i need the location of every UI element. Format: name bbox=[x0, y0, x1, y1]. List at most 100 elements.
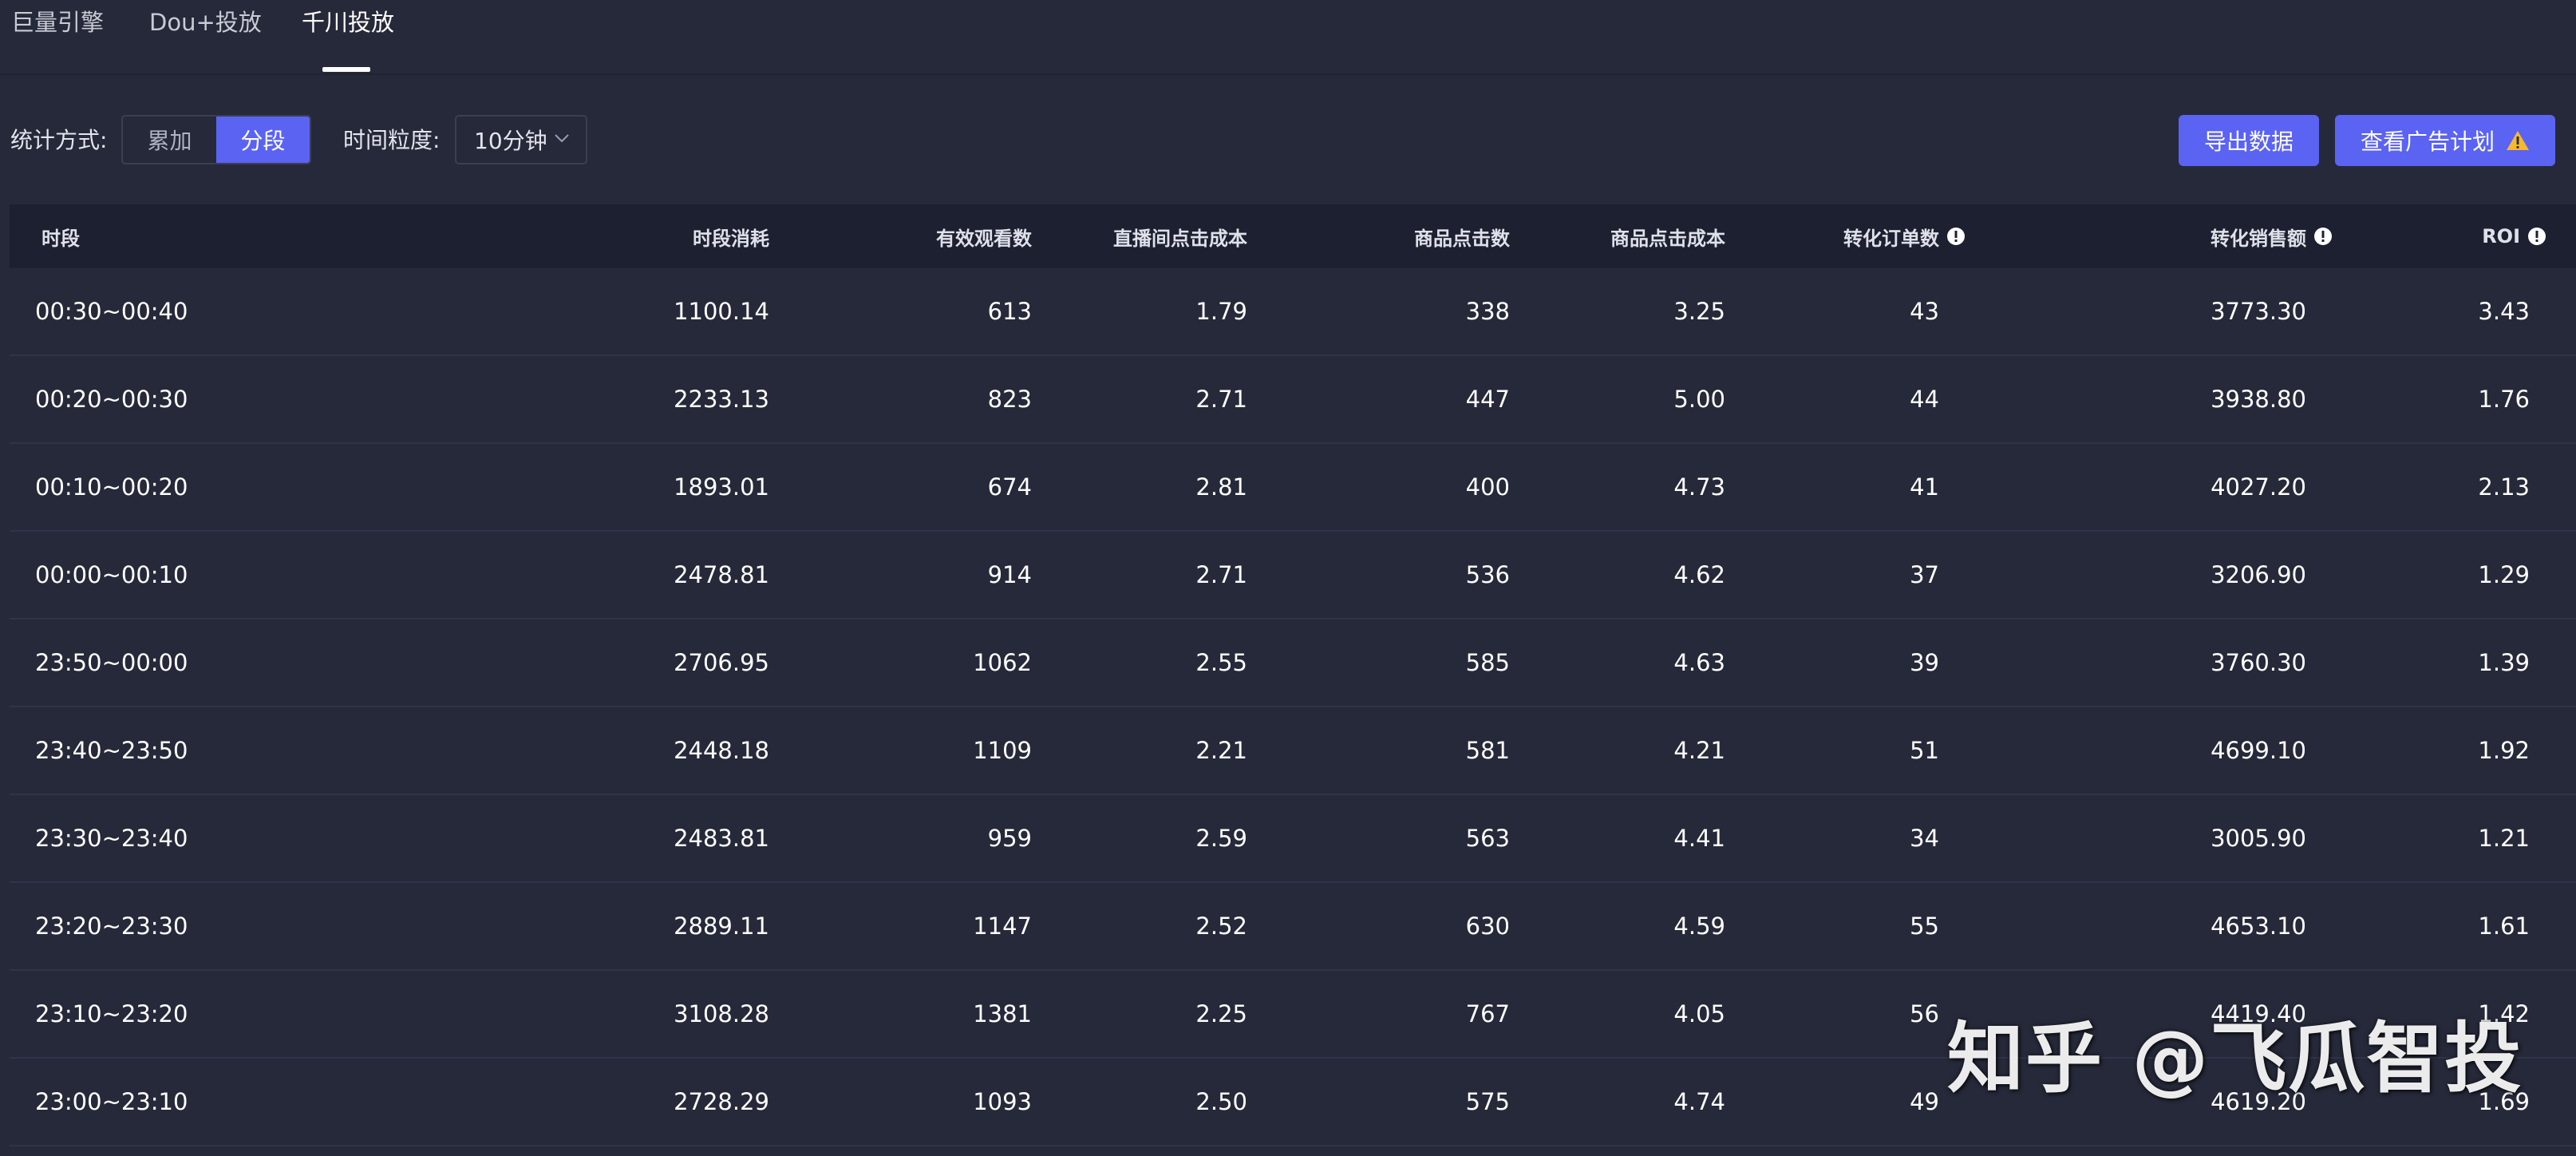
cell-conversion-sales: 3760.30 bbox=[2211, 649, 2306, 676]
cell-roi: 1.21 bbox=[2478, 825, 2530, 852]
cell-effective-views: 674 bbox=[987, 473, 1032, 501]
cell-cost: 2233.13 bbox=[674, 386, 769, 413]
conversion-orders-label: 转化订单数 bbox=[1843, 227, 1939, 250]
cell-period: 23:30~23:40 bbox=[35, 825, 188, 852]
cell-effective-views: 959 bbox=[987, 825, 1032, 852]
cell-product-click-cost: 4.21 bbox=[1673, 737, 1725, 764]
cell-product-click-cost: 4.73 bbox=[1673, 473, 1725, 501]
cell-conversion-orders: 34 bbox=[1910, 825, 1939, 852]
cell-effective-views: 613 bbox=[987, 298, 1032, 325]
cell-conversion-sales: 3206.90 bbox=[2211, 561, 2306, 588]
table-row: 23:00~23:10 2728.29 1093 2.50 575 4.74 4… bbox=[10, 1059, 2576, 1146]
cell-cost: 2706.95 bbox=[674, 649, 769, 676]
cell-product-clicks: 575 bbox=[1465, 1088, 1510, 1115]
cell-effective-views: 823 bbox=[987, 386, 1032, 413]
info-icon[interactable] bbox=[2527, 227, 2546, 246]
tab-qianchuan[interactable]: 千川投放 bbox=[302, 5, 394, 40]
warning-icon bbox=[2507, 131, 2529, 150]
table-row: 00:10~00:20 1893.01 674 2.81 400 4.73 41… bbox=[10, 444, 2576, 532]
table-row: 00:20~00:30 2233.13 823 2.71 447 5.00 44… bbox=[10, 356, 2576, 444]
cell-roi: 1.61 bbox=[2478, 913, 2530, 940]
info-icon[interactable] bbox=[2313, 227, 2333, 246]
cell-cost: 2448.18 bbox=[674, 737, 769, 764]
cell-conversion-orders: 44 bbox=[1910, 386, 1939, 413]
table-row: 00:00~00:10 2478.81 914 2.71 536 4.62 37… bbox=[10, 532, 2576, 620]
export-data-label: 导出数据 bbox=[2203, 129, 2294, 155]
cell-product-click-cost: 3.25 bbox=[1673, 298, 1725, 325]
top-tabs: 巨量引擎 Dou+投放 千川投放 bbox=[0, 0, 2576, 75]
view-ad-plan-label: 查看广告计划 bbox=[2360, 129, 2495, 155]
cell-conversion-orders: 41 bbox=[1910, 473, 1939, 501]
cell-live-click-cost: 2.21 bbox=[1195, 737, 1247, 764]
export-data-button[interactable]: 导出数据 bbox=[2179, 115, 2319, 166]
table-row: 23:30~23:40 2483.81 959 2.59 563 4.41 34… bbox=[10, 795, 2576, 883]
cell-product-click-cost: 4.41 bbox=[1673, 825, 1725, 852]
cell-roi: 2.13 bbox=[2478, 473, 2530, 501]
cell-conversion-sales: 3938.80 bbox=[2211, 386, 2306, 413]
granularity-label: 时间粒度: bbox=[343, 127, 441, 153]
cell-cost: 2483.81 bbox=[674, 825, 769, 852]
cell-cost: 1893.01 bbox=[674, 473, 769, 501]
table-row: 23:50~00:00 2706.95 1062 2.55 585 4.63 3… bbox=[10, 620, 2576, 707]
cell-effective-views: 1093 bbox=[973, 1088, 1032, 1115]
cell-product-click-cost: 4.62 bbox=[1673, 561, 1725, 588]
active-tab-indicator bbox=[322, 67, 370, 72]
cell-conversion-sales: 3773.30 bbox=[2211, 298, 2306, 325]
cell-roi: 1.42 bbox=[2478, 1000, 2530, 1027]
cell-effective-views: 1381 bbox=[973, 1000, 1032, 1027]
cell-conversion-orders: 39 bbox=[1910, 649, 1939, 676]
cell-conversion-sales: 4027.20 bbox=[2211, 473, 2306, 501]
cell-live-click-cost: 1.79 bbox=[1195, 298, 1247, 325]
cell-product-click-cost: 5.00 bbox=[1673, 386, 1725, 413]
cell-cost: 2889.11 bbox=[674, 913, 769, 940]
granularity-select[interactable]: 10分钟 bbox=[455, 115, 587, 164]
column-header-conversion-sales: 转化销售额 bbox=[2211, 204, 2333, 268]
roi-label: ROI bbox=[2482, 225, 2520, 247]
view-ad-plan-button[interactable]: 查看广告计划 bbox=[2335, 115, 2555, 166]
cell-cost: 2728.29 bbox=[674, 1088, 769, 1115]
stat-mode-segment-button[interactable]: 分段 bbox=[216, 117, 310, 163]
cell-conversion-orders: 37 bbox=[1910, 561, 1939, 588]
cell-cost: 1100.14 bbox=[674, 298, 769, 325]
cell-live-click-cost: 2.81 bbox=[1195, 473, 1247, 501]
info-icon[interactable] bbox=[1946, 227, 1966, 246]
cell-product-clicks: 447 bbox=[1465, 386, 1510, 413]
cell-conversion-orders: 43 bbox=[1910, 298, 1939, 325]
cell-live-click-cost: 2.55 bbox=[1195, 649, 1247, 676]
chevron-down-icon bbox=[555, 134, 569, 143]
stat-mode-toggle: 累加 分段 bbox=[121, 115, 311, 164]
cell-period: 00:10~00:20 bbox=[35, 473, 188, 501]
cell-product-clicks: 767 bbox=[1465, 1000, 1510, 1027]
stat-mode-cumulative-button[interactable]: 累加 bbox=[123, 117, 216, 163]
cell-roi: 1.92 bbox=[2478, 737, 2530, 764]
cell-product-clicks: 563 bbox=[1465, 825, 1510, 852]
cell-conversion-sales: 4653.10 bbox=[2211, 913, 2306, 940]
cell-period: 23:20~23:30 bbox=[35, 913, 188, 940]
table-header: 时段 时段消耗 有效观看数 直播间点击成本 商品点击数 商品点击成本 转化订单数… bbox=[10, 204, 2576, 268]
cell-period: 23:40~23:50 bbox=[35, 737, 188, 764]
cell-cost: 2478.81 bbox=[674, 561, 769, 588]
cell-roi: 1.69 bbox=[2478, 1088, 2530, 1115]
table-row: 23:40~23:50 2448.18 1109 2.21 581 4.21 5… bbox=[10, 707, 2576, 795]
conversion-sales-label: 转化销售额 bbox=[2211, 227, 2306, 250]
cell-roi: 3.43 bbox=[2478, 298, 2530, 325]
tab-juliang[interactable]: 巨量引擎 bbox=[11, 5, 104, 40]
tab-dou-plus[interactable]: Dou+投放 bbox=[149, 5, 262, 40]
column-header-effective-views: 有效观看数 bbox=[936, 227, 1032, 250]
cell-product-clicks: 585 bbox=[1465, 649, 1510, 676]
cell-effective-views: 1109 bbox=[973, 737, 1032, 764]
cell-conversion-sales: 4619.20 bbox=[2211, 1088, 2306, 1115]
cell-roi: 1.29 bbox=[2478, 561, 2530, 588]
cell-cost: 3108.28 bbox=[674, 1000, 769, 1027]
cell-product-click-cost: 4.05 bbox=[1673, 1000, 1725, 1027]
table-row: 00:30~00:40 1100.14 613 1.79 338 3.25 43… bbox=[10, 268, 2576, 356]
table-row: 23:20~23:30 2889.11 1147 2.52 630 4.59 5… bbox=[10, 883, 2576, 971]
column-header-conversion-orders: 转化订单数 bbox=[1843, 204, 1966, 268]
cell-effective-views: 1062 bbox=[973, 649, 1032, 676]
cell-effective-views: 914 bbox=[987, 561, 1032, 588]
cell-product-click-cost: 4.59 bbox=[1673, 913, 1725, 940]
cell-product-click-cost: 4.63 bbox=[1673, 649, 1725, 676]
cell-period: 00:20~00:30 bbox=[35, 386, 188, 413]
column-header-product-click-cost: 商品点击成本 bbox=[1610, 227, 1725, 250]
cell-product-clicks: 630 bbox=[1465, 913, 1510, 940]
